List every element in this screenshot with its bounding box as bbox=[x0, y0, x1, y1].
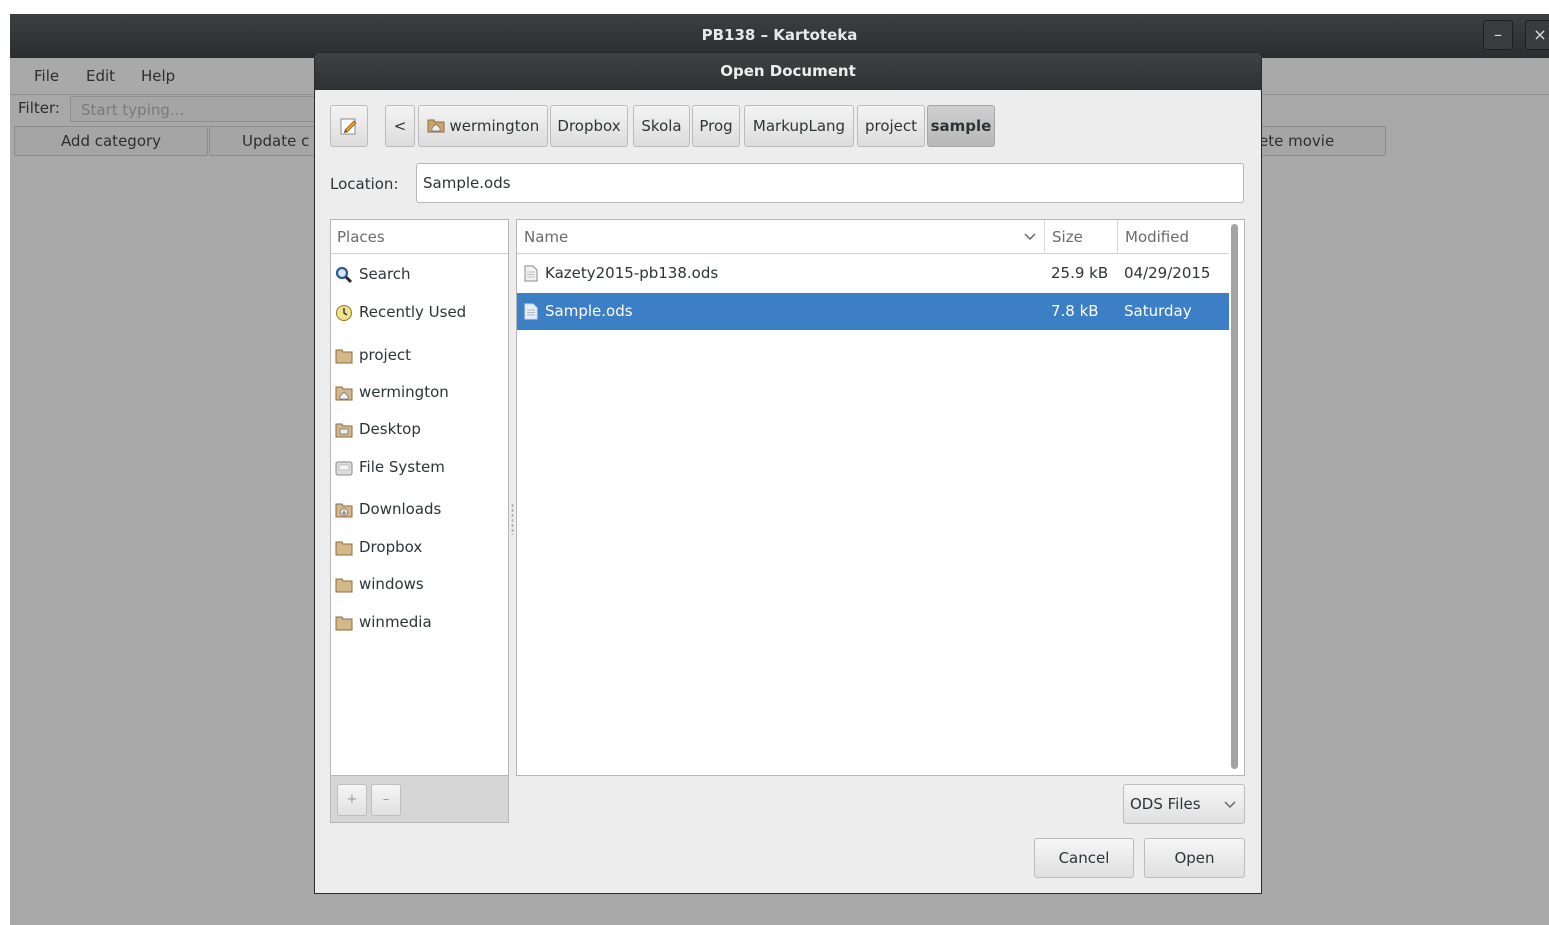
file-type-label: ODS Files bbox=[1130, 795, 1201, 813]
menu-help[interactable]: Help bbox=[141, 67, 175, 85]
file-row-selected[interactable]: Sample.ods 7.8 kB Saturday bbox=[517, 293, 1229, 330]
chevron-down-icon bbox=[1024, 233, 1036, 241]
clock-icon bbox=[336, 304, 352, 321]
place-wermington[interactable]: wermington bbox=[335, 379, 449, 405]
pencil-icon bbox=[340, 118, 357, 135]
update-button[interactable]: Update c bbox=[209, 126, 329, 156]
place-downloads[interactable]: Downloads bbox=[335, 496, 441, 522]
edit-location-button[interactable] bbox=[330, 105, 368, 147]
crumb-markuplang[interactable]: MarkupLang bbox=[744, 105, 854, 147]
remove-place-button[interactable]: – bbox=[371, 784, 401, 816]
folder-icon bbox=[335, 541, 353, 555]
places-toolbar: + – bbox=[330, 776, 509, 823]
place-label: Desktop bbox=[359, 420, 421, 438]
open-button[interactable]: Open bbox=[1144, 838, 1245, 878]
menu-edit[interactable]: Edit bbox=[86, 67, 115, 85]
place-label: winmedia bbox=[359, 613, 432, 631]
folder-icon bbox=[335, 616, 353, 630]
desktop-folder-icon bbox=[335, 423, 353, 437]
document-icon bbox=[524, 265, 538, 282]
place-file-system[interactable]: File System bbox=[335, 454, 445, 480]
crumb-sample[interactable]: sample bbox=[927, 105, 995, 147]
add-category-button[interactable]: Add category bbox=[14, 126, 208, 156]
file-modified: 04/29/2015 bbox=[1124, 264, 1211, 282]
add-place-button[interactable]: + bbox=[337, 784, 367, 816]
place-search[interactable]: Search bbox=[335, 261, 411, 287]
crumb-label: wermington bbox=[449, 117, 540, 135]
column-name-label: Name bbox=[524, 228, 569, 246]
filter-label: Filter: bbox=[18, 99, 60, 117]
document-icon bbox=[524, 303, 538, 320]
file-name: Kazety2015-pb138.ods bbox=[545, 264, 719, 282]
column-modified[interactable]: Modified bbox=[1117, 220, 1229, 254]
folder-icon bbox=[335, 578, 353, 592]
crumb-skola[interactable]: Skola bbox=[633, 105, 690, 147]
place-label: Recently Used bbox=[359, 303, 467, 321]
drive-icon bbox=[335, 461, 353, 475]
folder-icon bbox=[335, 349, 353, 363]
filter-input[interactable]: Start typing... bbox=[70, 96, 330, 122]
column-name[interactable]: Name bbox=[517, 220, 1044, 254]
places-header: Places bbox=[331, 220, 508, 254]
file-type-select[interactable]: ODS Files bbox=[1123, 784, 1245, 824]
file-row[interactable]: Kazety2015-pb138.ods 25.9 kB 04/29/2015 bbox=[517, 255, 1229, 292]
file-size: 7.8 kB bbox=[1051, 302, 1099, 320]
location-input[interactable]: Sample.ods bbox=[416, 163, 1244, 203]
downloads-folder-icon bbox=[335, 503, 353, 517]
minimize-button[interactable]: – bbox=[1483, 20, 1513, 50]
location-label: Location: bbox=[330, 175, 399, 193]
close-button[interactable]: × bbox=[1525, 20, 1549, 50]
place-label: project bbox=[359, 346, 412, 364]
search-icon bbox=[335, 266, 353, 283]
crumb-dropbox[interactable]: Dropbox bbox=[550, 105, 628, 147]
main-window-title: PB138 – Kartoteka bbox=[701, 26, 858, 44]
file-size: 25.9 kB bbox=[1051, 264, 1109, 282]
place-windows[interactable]: windows bbox=[335, 571, 424, 597]
file-name: Sample.ods bbox=[545, 302, 633, 320]
pane-divider-handle[interactable] bbox=[511, 503, 514, 535]
dialog-title: Open Document bbox=[315, 53, 1261, 90]
file-list-scrollbar[interactable] bbox=[1231, 224, 1238, 769]
place-winmedia[interactable]: winmedia bbox=[335, 609, 432, 635]
home-folder-icon bbox=[427, 119, 445, 133]
place-label: Downloads bbox=[359, 500, 442, 518]
place-recently-used[interactable]: Recently Used bbox=[335, 299, 466, 325]
menu-file[interactable]: File bbox=[34, 67, 59, 85]
place-label: Dropbox bbox=[359, 538, 423, 556]
file-modified: Saturday bbox=[1124, 302, 1192, 320]
places-sidebar: Places Search Recently Used project werm… bbox=[330, 219, 509, 776]
crumb-prog[interactable]: Prog bbox=[692, 105, 740, 147]
cancel-button[interactable]: Cancel bbox=[1034, 838, 1134, 878]
place-label: wermington bbox=[359, 383, 449, 401]
place-project[interactable]: project bbox=[335, 342, 411, 368]
open-document-dialog: Open Document < wermington Dropbox Skola… bbox=[314, 52, 1262, 894]
place-label: Search bbox=[359, 265, 411, 283]
crumb-wermington[interactable]: wermington bbox=[418, 105, 548, 147]
delete-movie-button[interactable]: ete movie bbox=[1246, 126, 1386, 156]
column-size[interactable]: Size bbox=[1044, 220, 1117, 254]
chevron-down-icon bbox=[1224, 801, 1236, 809]
home-folder-icon bbox=[335, 386, 353, 400]
file-list: Name Size Modified Kazety2015-pb138.ods … bbox=[516, 219, 1245, 776]
place-dropbox[interactable]: Dropbox bbox=[335, 534, 422, 560]
place-desktop[interactable]: Desktop bbox=[335, 416, 421, 442]
path-back-button[interactable]: < bbox=[385, 105, 415, 147]
place-label: windows bbox=[359, 575, 424, 593]
crumb-project[interactable]: project bbox=[857, 105, 925, 147]
place-label: File System bbox=[359, 458, 445, 476]
